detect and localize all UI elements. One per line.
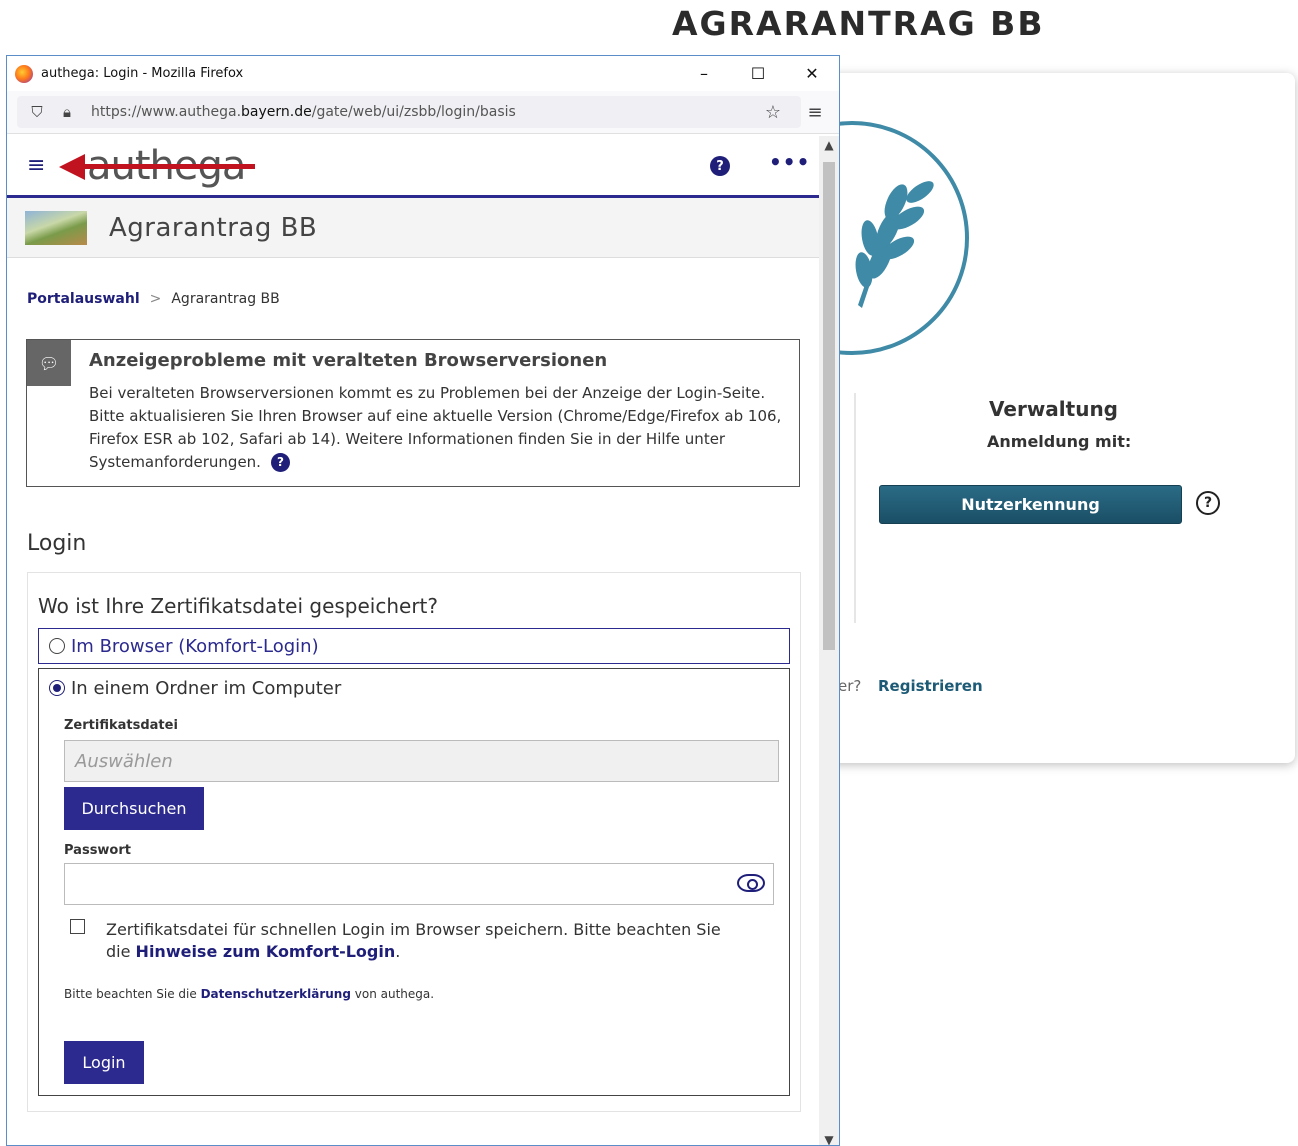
radio-option-folder-panel: In einem Ordner im Computer Zertifikatsd… — [38, 668, 790, 1096]
privacy-note: Bitte beachten Sie die Datenschutzerklär… — [64, 987, 435, 1001]
more-options-icon[interactable]: ••• — [769, 150, 810, 174]
show-password-eye-icon[interactable] — [737, 874, 765, 892]
save-cert-checkbox[interactable] — [70, 919, 85, 934]
radio-label-folder: In einem Ordner im Computer — [71, 677, 342, 699]
app-image — [25, 210, 87, 245]
page-content: ≡ authega ? ••• Agrarantrag BB Portalaus… — [7, 136, 820, 1145]
notice-title: Anzeigeprobleme mit veralteten Browserve… — [89, 350, 608, 371]
url-field[interactable]: ⛉ 🔒︎ https://www.authega.bayern.de/gate/… — [17, 96, 801, 128]
scroll-up-icon[interactable]: ▲ — [819, 138, 839, 152]
cert-file-label: Zertifikatsdatei — [64, 718, 178, 733]
shield-icon[interactable]: ⛉ — [25, 103, 49, 121]
bookmark-star-icon[interactable]: ☆ — [765, 102, 781, 123]
browser-notice: 💬︎ Anzeigeprobleme mit veralteten Browse… — [26, 339, 800, 487]
card-divider — [854, 393, 856, 623]
admin-subtitle: Anmeldung mit: — [987, 432, 1132, 451]
login-heading: Login — [27, 531, 87, 556]
password-input[interactable] — [64, 863, 774, 905]
minimize-button[interactable]: – — [677, 64, 731, 83]
radio-option-folder[interactable]: In einem Ordner im Computer — [39, 669, 789, 707]
scrollbar-thumb[interactable] — [823, 162, 835, 650]
page-heading: AGRARANTRAG BB — [672, 4, 1045, 43]
app-name: Agrarantrag BB — [109, 212, 318, 243]
radio-label-browser: Im Browser (Komfort-Login) — [71, 635, 319, 657]
register-question: er? — [838, 677, 862, 695]
firefox-icon — [15, 64, 33, 83]
window-title: authega: Login - Mozilla Firefox — [41, 66, 244, 81]
app-header: ≡ authega ? ••• — [7, 136, 820, 198]
address-bar: ⛉ 🔒︎ https://www.authega.bayern.de/gate/… — [7, 91, 839, 134]
scrollbar[interactable]: ▲ ▼ — [819, 136, 839, 1145]
firefox-window: authega: Login - Mozilla Firefox – ☐ ✕ ⛉… — [6, 55, 840, 1146]
window-titlebar: authega: Login - Mozilla Firefox – ☐ ✕ — [7, 56, 839, 91]
login-button[interactable]: Login — [64, 1041, 144, 1084]
privacy-link[interactable]: Datenschutzerklärung — [201, 987, 351, 1001]
maximize-button[interactable]: ☐ — [731, 64, 785, 83]
close-button[interactable]: ✕ — [785, 64, 839, 83]
notice-help-icon[interactable]: ? — [270, 453, 290, 472]
radio-option-browser[interactable]: Im Browser (Komfort-Login) — [38, 628, 790, 664]
header-help-icon[interactable]: ? — [710, 156, 730, 176]
storage-question: Wo ist Ihre Zertifikatsdatei gespeichert… — [38, 594, 439, 618]
breadcrumb-portal-link[interactable]: Portalauswahl — [27, 291, 140, 307]
radio-button-browser[interactable] — [49, 638, 65, 654]
save-cert-text: Zertifikatsdatei für schnellen Login im … — [106, 920, 721, 961]
password-label: Passwort — [64, 843, 131, 858]
komfort-login-link[interactable]: Hinweise zum Komfort-Login — [136, 942, 396, 961]
breadcrumb-current: Agrarantrag BB — [171, 291, 280, 307]
help-icon[interactable]: ? — [1196, 491, 1220, 515]
hamburger-menu-icon[interactable]: ≡ — [27, 153, 51, 178]
menu-icon[interactable]: ≡ — [801, 102, 829, 123]
browse-button[interactable]: Durchsuchen — [64, 787, 204, 830]
radio-button-folder[interactable] — [49, 680, 65, 696]
notice-text: Bei veralteten Browserversionen kommt es… — [89, 384, 782, 471]
red-arrow-shaft — [65, 164, 255, 169]
scroll-down-icon[interactable]: ▼ — [819, 1133, 839, 1145]
breadcrumb: Portalauswahl > Agrarantrag BB — [27, 291, 820, 307]
cert-file-input[interactable]: Auswählen — [64, 740, 779, 782]
breadcrumb-separator: > — [149, 291, 162, 307]
admin-title: Verwaltung — [989, 397, 1118, 421]
app-band: Agrarantrag BB — [7, 198, 820, 258]
register-link[interactable]: Registrieren — [878, 677, 983, 695]
nutzerkennung-button[interactable]: Nutzerkennung — [879, 485, 1182, 524]
url-text[interactable]: https://www.authega.bayern.de/gate/web/u… — [91, 104, 516, 120]
login-form: Wo ist Ihre Zertifikatsdatei gespeichert… — [27, 572, 801, 1112]
speech-bubble-icon: 💬︎ — [27, 340, 71, 386]
lock-icon[interactable]: 🔒︎ — [55, 103, 79, 121]
